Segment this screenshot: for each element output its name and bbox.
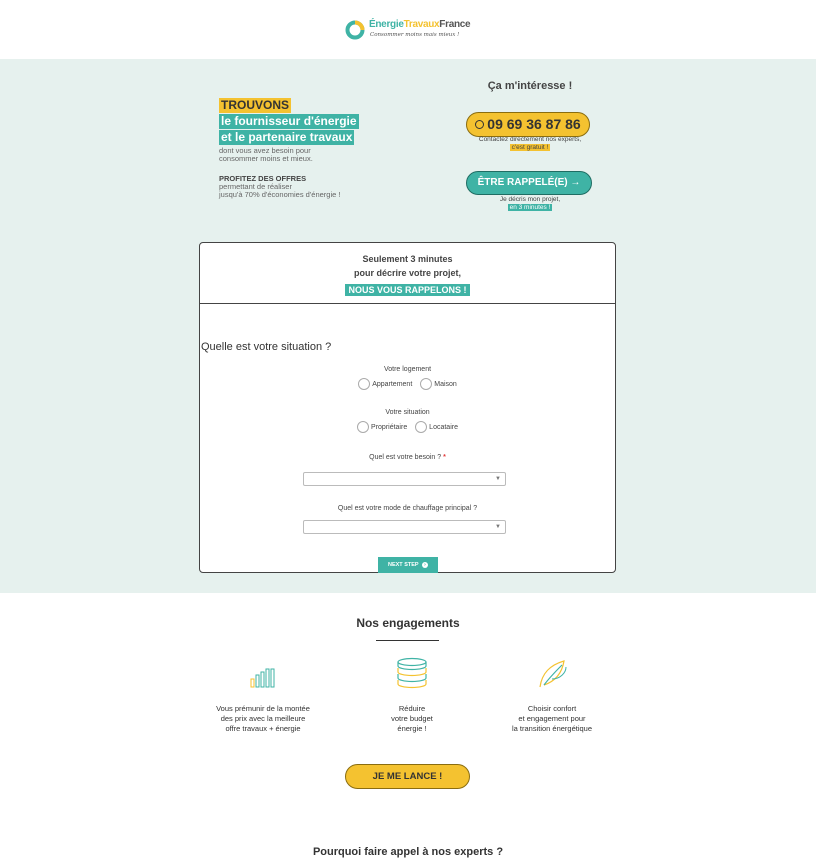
phone-button[interactable]: 09 69 36 87 86 bbox=[466, 112, 590, 137]
besoin-label-text: Quel est votre besoin ? bbox=[369, 454, 442, 461]
engagement-item-budget: Réduire votre budget énergie ! bbox=[347, 655, 477, 734]
chevron-down-icon: ▼ bbox=[495, 524, 501, 530]
phone-icon bbox=[475, 120, 485, 129]
contact-title: Ça m'intéresse ! bbox=[487, 80, 573, 92]
contact-block: Ça m'intéresse ! 09 69 36 87 86 Contacte… bbox=[456, 80, 604, 211]
engagement-item-prices: Vous prémunir de la montée des prix avec… bbox=[198, 655, 328, 734]
engagement-text-1: Choisir confort bbox=[527, 704, 577, 713]
engagement-text-2: des prix avec la meilleure bbox=[220, 714, 306, 723]
experts-title: Pourquoi faire appel à nos experts ? bbox=[312, 846, 504, 858]
project-form: Seulement 3 minutes pour décrire votre p… bbox=[199, 242, 616, 573]
chauffage-label: Quel est votre mode de chauffage princip… bbox=[337, 505, 478, 512]
radio-maison[interactable]: Maison bbox=[420, 378, 457, 390]
title-divider bbox=[376, 640, 439, 641]
phone-number: 09 69 36 87 86 bbox=[487, 116, 581, 132]
callback-button[interactable]: ÊTRE RAPPELÉ(E) → bbox=[466, 171, 592, 195]
required-marker: * bbox=[443, 454, 446, 461]
radio-label: Maison bbox=[434, 380, 457, 388]
situation-options: Propriétaire Locataire bbox=[200, 421, 615, 433]
pitch-line-3: et le partenaire travaux bbox=[219, 130, 355, 145]
engagement-text-3: offre travaux + énergie bbox=[225, 724, 301, 733]
radio-circle[interactable] bbox=[420, 378, 433, 390]
form-header-tag: NOUS VOUS RAPPELONS ! bbox=[345, 284, 470, 296]
radio-label: Appartement bbox=[372, 380, 413, 388]
logement-options: Appartement Maison bbox=[200, 378, 615, 390]
offers-line-2: jusqu'à 70% d'économies d'énergie ! bbox=[219, 190, 341, 199]
radio-circle[interactable] bbox=[415, 421, 428, 433]
form-header-line-2: pour décrire votre projet, bbox=[353, 268, 462, 278]
engagements-title: Nos engagements bbox=[356, 616, 460, 630]
callback-note: Je décris mon projet, bbox=[499, 196, 561, 203]
pitch-line-2: le fournisseur d'énergie bbox=[219, 114, 359, 129]
radio-proprietaire[interactable]: Propriétaire bbox=[357, 421, 407, 433]
radio-locataire[interactable]: Locataire bbox=[415, 421, 458, 433]
situation-label: Votre situation bbox=[385, 409, 430, 416]
brand-tagline: Consommer moins mais mieux ! bbox=[370, 32, 460, 38]
phone-note-highlight: c'est gratuit ! bbox=[509, 144, 551, 151]
engagement-text-3: énergie ! bbox=[397, 724, 427, 733]
phone-note: Contactez directement nos experts, bbox=[478, 136, 582, 143]
radio-label: Locataire bbox=[429, 423, 458, 431]
radio-circle[interactable] bbox=[357, 421, 370, 433]
engagement-item-transition: Choisir confort et engagement pour la tr… bbox=[487, 655, 617, 734]
besoin-label: Quel est votre besoin ? * bbox=[200, 454, 615, 461]
form-question: Quelle est votre situation ? bbox=[201, 341, 332, 353]
form-header-line-1: Seulement 3 minutes bbox=[362, 254, 453, 264]
next-step-label: NEXT STEP bbox=[388, 562, 419, 568]
form-header: Seulement 3 minutes pour décrire votre p… bbox=[200, 243, 615, 304]
start-button[interactable]: JE ME LANCE ! bbox=[345, 764, 470, 789]
besoin-select[interactable]: ▼ bbox=[303, 472, 506, 486]
pitch-line-1: TROUVONS bbox=[219, 98, 292, 113]
brand-logo[interactable]: ÉnergieTravauxFrance Consommer moins mai… bbox=[344, 17, 474, 43]
engagement-text-2: et engagement pour bbox=[518, 714, 586, 723]
chevron-down-icon: ▼ bbox=[495, 476, 501, 482]
callback-note-highlight: en 3 minutes ! bbox=[507, 204, 553, 211]
site-header: ÉnergieTravauxFrance Consommer moins mai… bbox=[0, 0, 816, 59]
radio-label: Propriétaire bbox=[371, 423, 408, 431]
radio-circle[interactable] bbox=[358, 378, 371, 390]
engagement-text-1: Réduire bbox=[398, 704, 426, 713]
next-step-button[interactable]: NEXT STEP › bbox=[378, 557, 438, 573]
logement-label: Votre logement bbox=[383, 366, 432, 373]
leaf-icon bbox=[539, 660, 567, 688]
brand-name: ÉnergieTravauxFrance bbox=[369, 19, 471, 30]
engagement-text-3: la transition énergétique bbox=[511, 724, 593, 733]
radio-appartement[interactable]: Appartement bbox=[358, 378, 412, 390]
pitch-sub-2: consommer moins et mieux. bbox=[219, 154, 313, 163]
chauffage-select[interactable]: ▼ bbox=[303, 520, 506, 534]
logo-ring-icon bbox=[345, 20, 365, 40]
engagement-text-2: votre budget bbox=[391, 714, 433, 723]
bar-chart-icon bbox=[250, 668, 275, 688]
coin-stack-icon bbox=[397, 657, 427, 689]
engagement-text-1: Vous prémunir de la montée bbox=[216, 704, 310, 713]
arrow-right-icon: › bbox=[422, 561, 428, 568]
